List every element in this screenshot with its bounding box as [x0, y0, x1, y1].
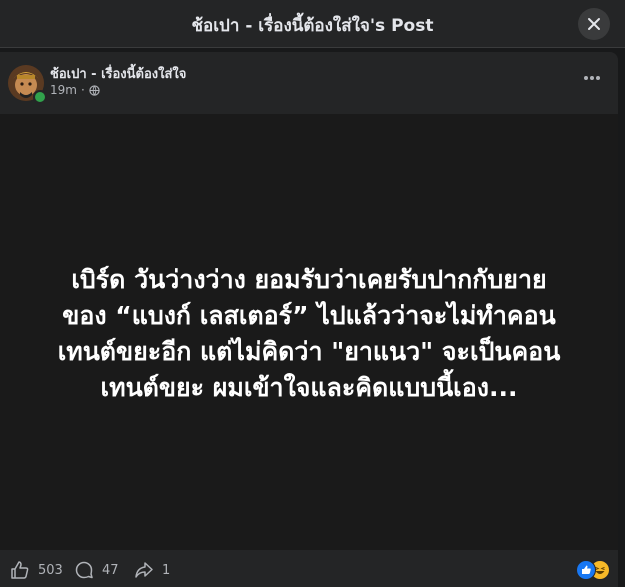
like-reaction-icon [576, 560, 596, 580]
comment-count: 47 [102, 562, 119, 578]
online-status-dot [33, 90, 47, 104]
image-text-line: เทนต์ขยะอีก แต่ไม่คิดว่า "ยาแนว" จะเป็นค… [57, 337, 561, 366]
more-options-button[interactable] [578, 64, 606, 92]
share-button[interactable]: 1 [134, 560, 170, 580]
image-text-line: เบิร์ด วันว่างว่าง ยอมรับว่าเคยรับปากกับ… [71, 265, 547, 294]
comment-button[interactable]: 47 [74, 560, 119, 580]
share-icon [135, 562, 153, 578]
more-horizontal-icon [584, 76, 600, 80]
post-dialog-header: ช้อเปา - เรื่องนี้ต้องใส่ใจ's Post [0, 0, 625, 48]
globe-icon[interactable] [89, 84, 100, 96]
close-button[interactable] [578, 8, 610, 40]
image-text-line: ของ “แบงก์ เลสเตอร์” ไปแล้วว่าจะไม่ทำคอน [62, 301, 556, 330]
thumbs-up-icon [11, 561, 29, 579]
share-count: 1 [162, 562, 171, 578]
like-count: 503 [38, 562, 63, 578]
like-button[interactable]: 503 [10, 560, 63, 580]
post-action-bar: 503 47 1 [0, 550, 618, 587]
image-text-line: เทนต์ขยะ ผมเข้าใจและคิดแบบนี้เอง... [100, 373, 518, 402]
close-icon [588, 18, 600, 30]
reaction-summary[interactable] [576, 560, 610, 580]
post-card: ช้อเปา - เรื่องนี้ต้องใส่ใจ 19m · เบิร์ด… [0, 52, 618, 587]
post-image-text: เบิร์ด วันว่างว่าง ยอมรับว่าเคยรับปากกับ… [30, 262, 588, 406]
page-name-link[interactable]: ช้อเปา - เรื่องนี้ต้องใส่ใจ [50, 63, 186, 84]
meta-separator: · [80, 83, 85, 97]
comment-icon [75, 561, 93, 579]
dialog-title: ช้อเปา - เรื่องนี้ต้องใส่ใจ's Post [191, 16, 434, 36]
post-image[interactable]: เบิร์ด วันว่างว่าง ยอมรับว่าเคยรับปากกับ… [0, 114, 618, 550]
post-meta: 19m · [50, 83, 100, 97]
post-timestamp[interactable]: 19m [50, 83, 77, 97]
